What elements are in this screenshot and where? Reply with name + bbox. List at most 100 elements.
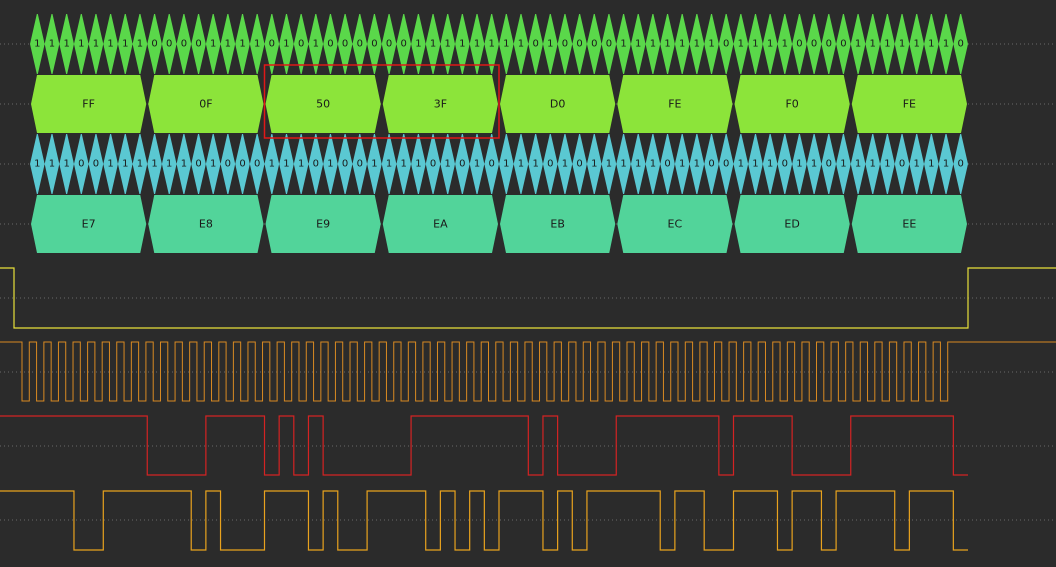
bit-cell[interactable]: 0 [220,134,236,194]
bit-cell[interactable]: 1 [103,14,118,74]
bit-cell[interactable]: 0 [425,134,441,194]
bit-cell[interactable]: 0 [484,134,499,194]
bit-cell[interactable]: 0 [455,134,470,194]
bit-cell[interactable]: 0 [718,14,734,74]
bit-cell[interactable]: 1 [44,14,60,74]
bit-cell[interactable]: 1 [264,134,280,194]
bit-cell[interactable]: 1 [689,14,705,74]
bit-cell[interactable]: 1 [645,134,661,194]
bit-cell[interactable]: 1 [894,14,910,74]
bit-cell[interactable]: 0 [836,14,851,74]
bit-cell[interactable]: 1 [44,134,60,194]
bit-cell[interactable]: 1 [660,14,675,74]
bit-cell[interactable]: 1 [792,134,807,194]
bit-cell[interactable]: 1 [557,134,573,194]
bit-cell[interactable]: 1 [865,134,881,194]
bit-cell[interactable]: 1 [499,134,514,194]
bit-cell[interactable]: 1 [411,134,426,194]
bit-cell[interactable]: 1 [279,134,294,194]
bit-cell[interactable]: 1 [733,134,749,194]
bit-cell[interactable]: 1 [73,14,89,74]
bit-cell[interactable]: 0 [147,14,162,74]
bit-cell[interactable]: 1 [205,134,221,194]
bit-cell[interactable]: 1 [117,134,133,194]
bit-cell[interactable]: 1 [499,14,514,74]
bit-cell[interactable]: 1 [880,134,895,194]
bit-cell[interactable]: 1 [367,134,382,194]
byte-cell[interactable]: F0 [734,75,850,133]
bit-cell[interactable]: 1 [616,14,631,74]
byte-cell[interactable]: ED [734,195,850,253]
bit-cell[interactable]: 0 [586,14,602,74]
bit-cell[interactable]: 1 [513,14,529,74]
byte-cell[interactable]: FE [617,75,733,133]
bit-cell[interactable]: 1 [542,14,558,74]
bit-cell[interactable]: 0 [191,134,206,194]
bit-cell[interactable]: 1 [630,134,646,194]
bit-cell[interactable]: 1 [117,14,133,74]
byte-cell[interactable]: EB [500,195,616,253]
bit-cell[interactable]: 1 [205,14,221,74]
bit-cell[interactable]: 0 [88,134,104,194]
byte-cell[interactable]: EC [617,195,733,253]
bit-cell[interactable]: 1 [748,14,763,74]
bit-cell[interactable]: 0 [542,134,558,194]
bit-cell[interactable]: 0 [894,134,910,194]
bit-cell[interactable]: 0 [572,14,587,74]
bit-cell[interactable]: 1 [440,134,456,194]
byte-cell[interactable]: 50 [265,75,381,133]
byte-cell[interactable]: 3F [382,75,498,133]
miso-byte-decoder-row[interactable]: E7 E8 E9 EA EB EC ED EE [31,195,967,253]
bit-cell[interactable]: 1 [469,134,485,194]
bit-cell[interactable]: 1 [176,134,192,194]
bit-cell[interactable]: 1 [630,14,646,74]
bit-cell[interactable]: 0 [191,14,206,74]
byte-cell[interactable]: E7 [31,195,147,253]
bit-cell[interactable]: 0 [953,134,968,194]
byte-cell[interactable]: D0 [500,75,616,133]
bit-cell[interactable]: 1 [323,134,338,194]
bit-cell[interactable]: 1 [528,134,543,194]
bit-cell[interactable]: 0 [777,134,793,194]
byte-cell[interactable]: EA [382,195,498,253]
bit-cell[interactable]: 0 [953,14,968,74]
bit-cell[interactable]: 1 [396,134,412,194]
bit-cell[interactable]: 0 [161,14,177,74]
bit-cell[interactable]: 1 [293,134,309,194]
bit-cell[interactable]: 1 [806,134,822,194]
bit-cell[interactable]: 1 [865,14,881,74]
bit-cell[interactable]: 1 [381,134,397,194]
bit-cell[interactable]: 1 [59,134,74,194]
bit-cell[interactable]: 0 [557,14,573,74]
bit-cell[interactable]: 1 [645,14,661,74]
bit-cell[interactable]: 0 [718,134,734,194]
bit-cell[interactable]: 0 [249,134,265,194]
bit-cell[interactable]: 0 [806,14,822,74]
bit-cell[interactable]: 1 [220,14,236,74]
bit-cell[interactable]: 1 [733,14,749,74]
bit-cell[interactable]: 1 [938,14,954,74]
bit-cell[interactable]: 1 [513,134,529,194]
bit-cell[interactable]: 1 [880,14,895,74]
bit-cell[interactable]: 1 [235,14,250,74]
bit-cell[interactable]: 1 [249,14,265,74]
bit-cell[interactable]: 1 [762,14,778,74]
byte-cell[interactable]: 0F [148,75,264,133]
byte-cell[interactable]: E8 [148,195,264,253]
bit-cell[interactable]: 1 [850,134,866,194]
bit-cell[interactable]: 1 [689,134,705,194]
bit-cell[interactable]: 0 [337,134,353,194]
bit-cell[interactable]: 1 [924,14,939,74]
bit-cell[interactable]: 1 [132,14,148,74]
bit-cell[interactable]: 1 [674,134,690,194]
bit-cell[interactable]: 0 [352,134,368,194]
bit-cell[interactable]: 1 [30,14,45,74]
miso-waveform[interactable] [0,490,968,551]
bit-cell[interactable]: 0 [528,14,543,74]
bit-cell[interactable]: 0 [792,14,807,74]
bit-cell[interactable]: 1 [161,134,177,194]
bit-cell[interactable]: 1 [59,14,74,74]
bit-cell[interactable]: 1 [909,134,925,194]
bit-cell[interactable]: 1 [836,134,851,194]
bit-cell[interactable]: 1 [674,14,690,74]
